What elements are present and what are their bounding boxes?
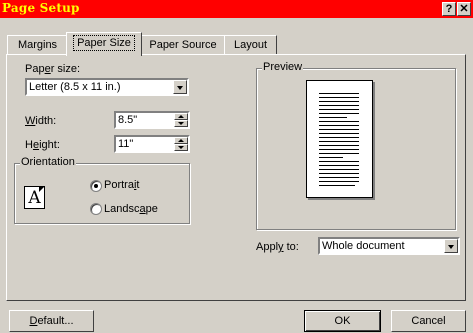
preview-line [319,129,359,130]
preview-line [319,153,359,154]
preview-line [319,137,359,138]
portrait-radio[interactable] [90,180,102,192]
chevron-down-icon[interactable] [444,239,458,253]
height-value: 11" [118,138,134,150]
portrait-label[interactable]: Portrait [104,179,139,191]
page-orientation-icon: A [24,186,45,209]
preview-line [319,177,359,178]
tab-paper-size[interactable]: Paper Size [66,32,142,56]
preview-line [319,185,355,186]
width-spinner[interactable]: 8.5" [114,111,190,129]
orientation-title: Orientation [20,156,76,168]
default-button[interactable]: Default... [9,310,94,332]
preview-line [319,165,359,166]
preview-line [319,97,359,98]
height-label: Height: [25,139,60,151]
spin-down-icon[interactable] [174,120,188,127]
spin-up-icon[interactable] [174,113,188,120]
cancel-button[interactable]: Cancel [391,310,466,332]
preview-line [319,181,359,182]
spin-up-icon[interactable] [174,137,188,144]
tab-label: Layout [233,39,268,51]
help-button[interactable]: ? [442,2,456,16]
apply-to-value: Whole document [322,240,405,252]
paper-size-label: Paper size: [25,63,81,75]
width-value: 8.5" [118,114,138,126]
preview-line [319,113,359,114]
width-label: Width: [25,115,57,127]
chevron-down-icon[interactable] [173,80,187,94]
preview-line [319,109,359,110]
preview-line [319,125,359,126]
tab-layout[interactable]: Layout [224,35,277,55]
preview-line [319,93,359,94]
preview-line [319,101,359,102]
preview-line [319,161,359,162]
preview-line [319,149,359,150]
preview-line [319,141,359,142]
preview-line [319,157,343,158]
landscape-label[interactable]: Landscape [104,203,158,215]
close-button[interactable]: ✕ [457,2,471,16]
landscape-radio[interactable] [90,203,102,215]
paper-size-select[interactable]: Letter (8.5 x 11 in.) [25,78,189,96]
window-title: Page Setup [2,1,80,15]
preview-title: Preview [262,61,304,73]
preview-line [319,169,359,170]
tab-paper-source[interactable]: Paper Source [141,35,225,55]
tab-label: Paper Source [149,39,217,51]
paper-size-value: Letter (8.5 x 11 in.) [29,81,121,93]
preview-line [319,145,359,146]
tab-label: Margins [17,39,58,51]
ok-button[interactable]: OK [304,310,381,332]
height-spinner[interactable]: 11" [114,135,190,153]
preview-line [319,105,359,106]
preview-line [319,173,359,174]
tab-label: Paper Size [73,35,135,51]
preview-line [319,117,347,118]
apply-to-label: Apply to: [256,241,299,253]
title-bar: Page Setup ? ✕ [0,0,473,18]
apply-to-select[interactable]: Whole document [318,237,460,255]
preview-line [319,133,359,134]
tab-margins[interactable]: Margins [7,35,68,55]
preview-line [319,121,359,122]
spin-down-icon[interactable] [174,144,188,151]
